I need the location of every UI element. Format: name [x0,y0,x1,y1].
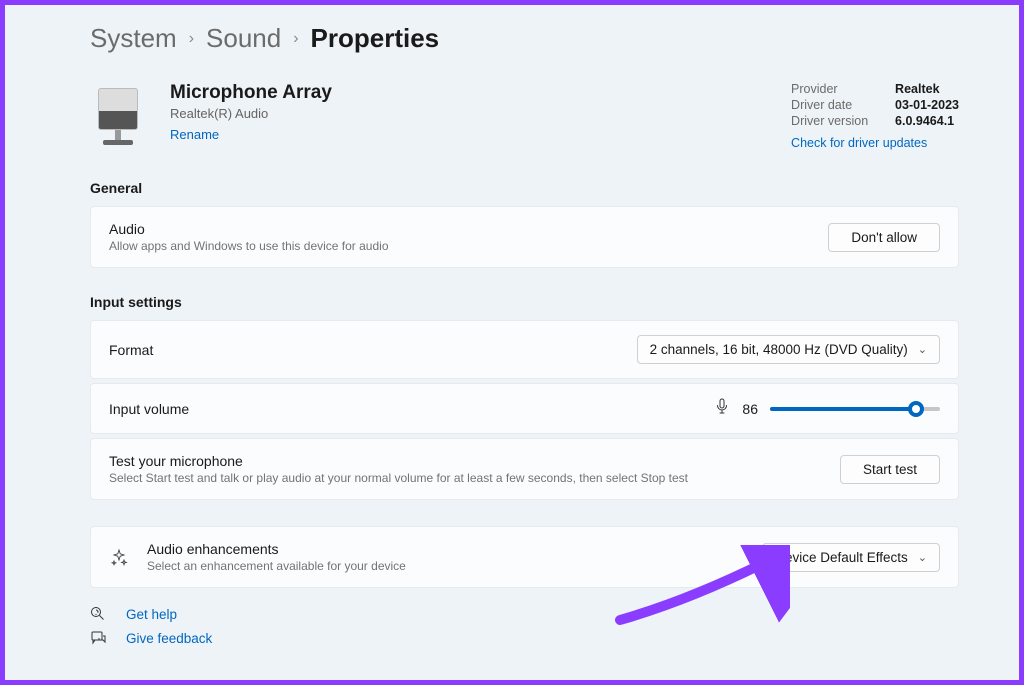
audio-card-sub: Allow apps and Windows to use this devic… [109,239,389,253]
give-feedback-row: Give feedback [90,630,959,646]
get-help-link[interactable]: Get help [126,607,177,622]
driver-info: Provider Realtek Driver date 03-01-2023 … [791,82,959,150]
driver-version-label: Driver version [791,114,877,128]
chevron-down-icon: ⌄ [918,551,927,564]
device-header: Microphone Array Realtek(R) Audio Rename… [90,82,959,150]
volume-value: 86 [742,401,758,417]
audio-card-title: Audio [109,221,389,237]
volume-slider-thumb[interactable] [908,401,924,417]
driver-date-value: 03-01-2023 [895,98,959,112]
format-card: Format 2 channels, 16 bit, 48000 Hz (DVD… [90,320,959,379]
enhancements-dropdown-value: Device Default Effects [775,550,908,565]
breadcrumb-system[interactable]: System [90,23,177,54]
rename-link[interactable]: Rename [170,127,219,142]
chevron-right-icon: › [189,30,194,48]
driver-date-label: Driver date [791,98,877,112]
section-input-title: Input settings [90,294,959,310]
feedback-icon [90,630,108,646]
give-feedback-link[interactable]: Give feedback [126,631,212,646]
breadcrumb-properties: Properties [311,23,440,54]
format-label: Format [109,342,153,358]
input-volume-card: Input volume 86 [90,383,959,434]
volume-slider[interactable] [770,407,940,411]
microphone-device-icon [90,82,146,145]
sparkle-icon [109,547,129,567]
device-title: Microphone Array [170,82,767,104]
chevron-right-icon: › [293,30,298,48]
format-dropdown[interactable]: 2 channels, 16 bit, 48000 Hz (DVD Qualit… [637,335,940,364]
section-general-title: General [90,180,959,196]
test-microphone-card: Test your microphone Select Start test a… [90,438,959,500]
device-subtitle: Realtek(R) Audio [170,106,767,121]
test-mic-title: Test your microphone [109,453,688,469]
breadcrumb-sound[interactable]: Sound [206,23,281,54]
breadcrumb: System › Sound › Properties [90,23,959,54]
start-test-button[interactable]: Start test [840,455,940,484]
chevron-down-icon: ⌄ [918,343,927,356]
enhance-title: Audio enhancements [147,541,406,557]
input-volume-label: Input volume [109,401,189,417]
audio-enhancements-card: Audio enhancements Select an enhancement… [90,526,959,588]
driver-provider-value: Realtek [895,82,939,96]
test-mic-sub: Select Start test and talk or play audio… [109,471,688,485]
dont-allow-button[interactable]: Don't allow [828,223,940,252]
format-dropdown-value: 2 channels, 16 bit, 48000 Hz (DVD Qualit… [650,342,908,357]
check-driver-updates-link[interactable]: Check for driver updates [791,136,927,150]
driver-version-value: 6.0.9464.1 [895,114,954,128]
help-icon [90,606,108,622]
enhancements-dropdown[interactable]: Device Default Effects ⌄ [762,543,940,572]
audio-permission-card: Audio Allow apps and Windows to use this… [90,206,959,268]
microphone-icon[interactable] [714,398,730,419]
enhance-sub: Select an enhancement available for your… [147,559,406,573]
get-help-row: Get help [90,606,959,622]
driver-provider-label: Provider [791,82,877,96]
